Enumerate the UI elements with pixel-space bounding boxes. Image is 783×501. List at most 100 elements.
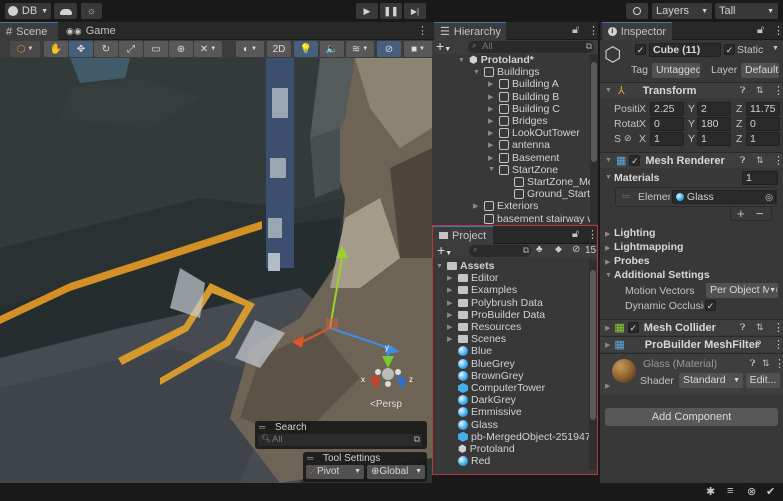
presets-icon[interactable]: ⇅ [756,155,764,166]
more-options-icon[interactable]: ⋮ [773,84,783,97]
scale-tool[interactable]: ⤢ [119,41,143,57]
mesh-collider-header[interactable]: ▶ ▦ ✓ Mesh Collider ❓︎ ⇅ ⋮ [600,319,783,335]
hand-tool[interactable]: ✋ [44,41,68,57]
tree-item[interactable]: ▶ Scenes [447,333,506,345]
expand-arrow-icon[interactable]: ▶ [605,258,610,266]
pivot-dropdown[interactable]: ⟋Pivot ▼ [306,465,364,479]
more-options-icon[interactable]: ⋮ [588,24,599,37]
tab-scene[interactable]: # Scene [0,22,58,40]
scale-z-field[interactable]: 1 [746,132,780,146]
hierarchy-scrollbar[interactable] [590,54,598,224]
draw-mode-dropdown[interactable]: ⬡ ▼ [10,41,40,57]
search-options-icon[interactable]: ⧉ [523,245,529,256]
visibility-toggle[interactable]: ⊘ [377,41,401,57]
tab-game[interactable]: ◉◉ Game [60,22,120,40]
scale-x-field[interactable]: 1 [650,132,684,146]
play-button[interactable]: ▶ [356,3,378,19]
transform-header[interactable]: ▼ ⅄ Transform ❓︎ ⇅ ⋮ [600,82,783,98]
object-name-field[interactable]: Cube (11) [649,43,721,57]
tree-item[interactable]: Blue [447,345,492,357]
filter-by-type-icon[interactable]: ♣ [536,244,543,255]
tree-item[interactable]: ▶ antenna [488,139,550,151]
collapsed-arrow-icon[interactable]: ▶ [488,117,496,125]
tree-item[interactable]: Emmissive [447,406,522,418]
additional-settings-section[interactable]: Additional Settings [614,269,710,281]
tree-item[interactable]: ▼ Buildings [473,66,540,78]
search-options-icon[interactable]: ⧉ [586,41,592,52]
position-z-field[interactable]: 11.75 [746,102,780,116]
create-add-button[interactable]: +▼ [436,38,451,54]
project-scrollbar[interactable] [589,260,597,470]
tree-item[interactable]: ▶ LookOutTower [488,127,580,139]
expand-arrow-icon[interactable]: ▶ [605,382,610,390]
collapsed-arrow-icon[interactable]: ▶ [447,323,455,331]
tree-item[interactable]: ▶ Basement [488,152,559,164]
presets-icon[interactable]: ⇅ [762,358,770,369]
expanded-arrow-icon[interactable]: ▼ [458,57,466,64]
expand-arrow-icon[interactable]: ▶ [605,244,610,252]
collapsed-arrow-icon[interactable]: ▶ [488,80,496,88]
layer-dropdown[interactable]: Default [741,63,779,78]
collapsed-arrow-icon[interactable]: ▶ [447,286,455,294]
camera-dropdown[interactable]: ■ ▼ [404,41,432,57]
collapsed-arrow-icon[interactable]: ▶ [447,274,455,282]
tag-dropdown[interactable]: Untagged [652,63,700,78]
tree-item[interactable]: ▶ Examples [447,284,517,296]
tree-item[interactable]: ComputerTower [447,382,545,394]
collapsed-arrow-icon[interactable]: ▶ [447,311,455,319]
search-button[interactable] [626,3,648,19]
position-y-field[interactable]: 2 [697,102,731,116]
collapse-arrow-icon[interactable]: ▼ [605,272,612,279]
enabled-checkbox[interactable]: ✓ [629,155,641,166]
global-dropdown[interactable]: ⊕Global ▼ [367,465,425,479]
gizmo-y-label[interactable]: y [385,343,389,352]
tree-item[interactable]: ▶ Editor [447,272,498,284]
lighting-section[interactable]: Lighting [614,227,655,239]
tree-item[interactable]: BlueGrey [447,358,515,370]
expanded-arrow-icon[interactable]: ▼ [436,263,444,270]
help-icon[interactable]: ❓︎ [740,322,745,333]
tree-item[interactable]: Glass [447,419,498,431]
static-dropdown-icon[interactable]: ▼ [772,45,779,52]
tree-item[interactable]: ▼ ⬢ Protoland* [458,54,534,66]
collapse-arrow-icon[interactable]: ▼ [605,87,612,94]
expand-arrow-icon[interactable]: ▶ [605,341,610,349]
more-options-icon[interactable]: ⋮ [773,154,783,167]
constrain-proportions-icon[interactable]: ⊘ [624,133,632,144]
create-add-button[interactable]: +▼ [437,242,452,258]
add-element-button[interactable]: + [737,206,745,221]
drag-handle-icon[interactable]: ═ [307,453,313,463]
transform-tool[interactable]: ⊕ [169,41,193,57]
lightmapping-section[interactable]: Lightmapping [614,241,683,253]
shader-dropdown[interactable]: Standard ▼ [679,373,743,388]
active-checkbox[interactable]: ✓ [635,44,646,55]
collapse-arrow-icon[interactable]: ▼ [605,157,612,164]
more-options-icon[interactable]: ⋮ [773,338,783,351]
collapsed-arrow-icon[interactable]: ▶ [488,105,496,113]
tree-item[interactable]: ▶ Building C [488,103,560,115]
collapsed-arrow-icon[interactable]: ▶ [488,93,496,101]
tree-item[interactable]: ▼ Assets [436,260,494,272]
help-icon[interactable]: ❓︎ [740,85,745,96]
filter-by-label-icon[interactable]: ⬥ [555,244,562,255]
tree-item[interactable]: ▶ Building A [488,78,559,90]
gizmo-x-label[interactable]: x [361,375,365,384]
scale-y-field[interactable]: 1 [697,132,731,146]
scrollbar-thumb[interactable] [591,62,597,162]
expanded-arrow-icon[interactable]: ▼ [488,166,496,173]
tree-item[interactable]: Red [447,455,490,467]
custom-tool-dropdown[interactable]: ✕ ▼ [194,41,222,57]
tree-item[interactable]: ▶ Polybrush Data [447,297,543,309]
collapsed-arrow-icon[interactable]: ▶ [488,129,496,137]
enabled-checkbox[interactable]: ✓ [627,322,639,333]
gizmo-z-label[interactable]: z [409,375,413,384]
dynamic-occlusion-checkbox[interactable]: ✓ [705,300,716,311]
add-component-button[interactable]: Add Component [605,408,778,426]
more-options-icon[interactable]: ⋮ [417,24,428,37]
hierarchy-search-input[interactable]: ⌕ All ⧉ [468,41,594,53]
lock-icon[interactable]: 🔓︎ [757,24,764,37]
shading-dropdown[interactable]: ◐ ▼ [236,41,264,57]
services-button[interactable]: ☼ [81,3,102,19]
tree-item[interactable]: ▶ Exteriors [473,200,538,212]
lighting-toggle[interactable]: 💡 [294,41,318,57]
